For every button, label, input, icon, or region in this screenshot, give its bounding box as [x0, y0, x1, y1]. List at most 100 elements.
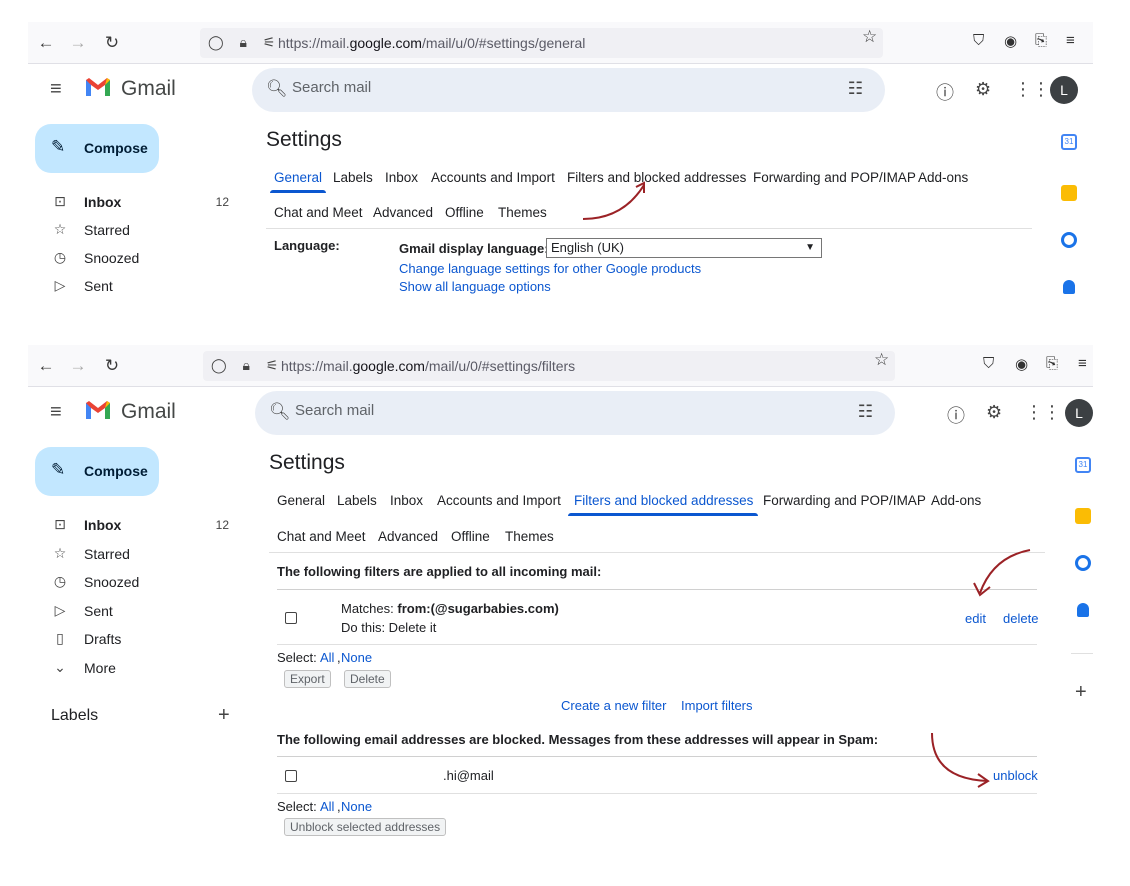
tab-general[interactable]: General — [274, 170, 322, 185]
blocked-checkbox[interactable] — [285, 770, 297, 782]
unblock-selected-button[interactable]: Unblock selected addresses — [284, 818, 447, 836]
filter-checkbox[interactable] — [285, 612, 297, 624]
tab-offline[interactable]: Offline — [445, 205, 484, 220]
back-icon[interactable]: ← — [34, 354, 58, 378]
compose-button[interactable]: ✎ Compose — [35, 124, 159, 173]
contacts-icon[interactable] — [1077, 603, 1089, 617]
compose-button[interactable]: ✎ Compose — [35, 447, 159, 496]
tab-offline[interactable]: Offline — [451, 529, 490, 544]
blocked-heading: The following email addresses are blocke… — [277, 732, 879, 747]
delete-button[interactable]: Delete — [344, 670, 391, 688]
calendar-icon[interactable]: 31 — [1075, 457, 1091, 473]
search-bar[interactable]: 🔍︎ ☷ — [252, 68, 885, 112]
nav-item-starred[interactable]: ☆ Starred — [28, 540, 243, 568]
tab-inbox[interactable]: Inbox — [385, 170, 418, 185]
pocket-icon[interactable]: ⛉ — [973, 32, 984, 49]
contacts-icon[interactable] — [1063, 280, 1075, 294]
extensions-icon[interactable]: ⎘ — [1046, 355, 1058, 372]
select-none-filters-link[interactable]: None — [341, 650, 372, 665]
change-language-link[interactable]: Change language settings for other Googl… — [399, 261, 701, 276]
nav-item-sent[interactable]: ▷ Sent — [28, 272, 243, 298]
show-all-languages-link[interactable]: Show all language options — [399, 279, 551, 294]
tab-addons[interactable]: Add-ons — [918, 170, 968, 185]
tab-labels[interactable]: Labels — [333, 170, 373, 185]
search-options-icon[interactable]: ☷ — [848, 79, 863, 99]
import-filters-link[interactable]: Import filters — [681, 698, 753, 713]
settings-gear-icon[interactable]: ⚙ — [986, 402, 1002, 423]
menu-icon[interactable]: ≡ — [1066, 32, 1075, 49]
main-menu-icon[interactable]: ≡ — [50, 401, 62, 424]
tab-forwarding[interactable]: Forwarding and POP/IMAP — [763, 493, 926, 508]
calendar-icon[interactable]: 31 — [1061, 134, 1077, 150]
tab-general[interactable]: General — [277, 493, 325, 508]
account-icon[interactable]: ◉ — [1004, 32, 1017, 50]
pocket-icon[interactable]: ⛉ — [983, 355, 994, 372]
screenshot-general-settings: ← → ↻ ◯ 🔒︎ ⚟ https://mail.google.com/mai… — [28, 22, 1093, 298]
select-all-filters-link[interactable]: All — [320, 650, 334, 665]
delete-filter-link[interactable]: delete — [1003, 611, 1038, 626]
account-icon[interactable]: ◉ — [1015, 355, 1028, 373]
tab-labels[interactable]: Labels — [337, 493, 377, 508]
keep-icon[interactable] — [1061, 185, 1077, 201]
nav-item-snoozed[interactable]: ◷ Snoozed — [28, 244, 243, 272]
unblock-link[interactable]: unblock — [993, 768, 1038, 783]
tab-accounts-import[interactable]: Accounts and Import — [431, 170, 555, 185]
nav-item-more[interactable]: ⌄ More — [28, 654, 243, 682]
search-options-icon[interactable]: ☷ — [858, 402, 873, 422]
apps-grid-icon[interactable]: ⋮⋮ — [1025, 402, 1061, 423]
avatar[interactable]: L — [1050, 76, 1078, 104]
help-icon[interactable]: ⓘ — [947, 402, 965, 428]
tab-themes[interactable]: Themes — [505, 529, 554, 544]
menu-icon[interactable]: ≡ — [1078, 355, 1087, 372]
bookmark-star-icon[interactable]: ☆ — [874, 350, 889, 370]
nav-item-inbox[interactable]: ⊡ Inbox 12 — [28, 511, 243, 539]
nav-item-snoozed[interactable]: ◷ Snoozed — [28, 568, 243, 596]
tab-filters[interactable]: Filters and blocked addresses — [567, 170, 746, 185]
search-bar[interactable]: 🔍︎ ☷ — [255, 391, 895, 435]
get-addons-plus-icon[interactable]: + — [1075, 681, 1087, 704]
tab-themes[interactable]: Themes — [498, 205, 547, 220]
nav-item-inbox[interactable]: ⊡ Inbox 12 — [28, 188, 243, 216]
extensions-icon[interactable]: ⎘ — [1035, 32, 1047, 49]
url-bar[interactable]: ◯ 🔒︎ ⚟ https://mail.google.com/mail/u/0/… — [200, 28, 883, 58]
tab-accounts-import[interactable]: Accounts and Import — [437, 493, 561, 508]
tab-forwarding[interactable]: Forwarding and POP/IMAP — [753, 170, 916, 185]
bookmark-star-icon[interactable]: ☆ — [862, 27, 877, 47]
main-menu-icon[interactable]: ≡ — [50, 78, 62, 101]
tab-inbox[interactable]: Inbox — [390, 493, 423, 508]
tab-filters[interactable]: Filters and blocked addresses — [574, 493, 753, 508]
forward-icon[interactable]: → — [66, 354, 90, 378]
language-select[interactable]: English (UK) ▼ — [546, 238, 822, 258]
nav-item-drafts[interactable]: ▯ Drafts — [28, 625, 243, 653]
search-icon[interactable]: 🔍︎ — [266, 79, 288, 99]
keep-icon[interactable] — [1075, 508, 1091, 524]
apps-grid-icon[interactable]: ⋮⋮ — [1014, 79, 1050, 100]
url-bar[interactable]: ◯ 🔒︎ ⚟ https://mail.google.com/mail/u/0/… — [203, 351, 895, 381]
export-button[interactable]: Export — [284, 670, 331, 688]
reload-icon[interactable]: ↻ — [100, 354, 124, 378]
forward-icon[interactable]: → — [66, 31, 90, 55]
divider — [266, 228, 1032, 229]
nav-item-starred[interactable]: ☆ Starred — [28, 216, 243, 244]
create-filter-link[interactable]: Create a new filter — [561, 698, 667, 713]
tasks-icon[interactable] — [1061, 232, 1077, 248]
reload-icon[interactable]: ↻ — [100, 31, 124, 55]
back-icon[interactable]: ← — [34, 31, 58, 55]
tasks-icon[interactable] — [1075, 555, 1091, 571]
select-all-blocked-link[interactable]: All — [320, 799, 334, 814]
tab-advanced[interactable]: Advanced — [373, 205, 433, 220]
search-input[interactable] — [292, 79, 592, 96]
tab-chat-meet[interactable]: Chat and Meet — [274, 205, 363, 220]
search-icon[interactable]: 🔍︎ — [269, 402, 291, 422]
search-input[interactable] — [295, 402, 595, 419]
tab-chat-meet[interactable]: Chat and Meet — [277, 529, 366, 544]
add-label-icon[interactable]: + — [218, 704, 230, 727]
edit-filter-link[interactable]: edit — [965, 611, 986, 626]
select-none-blocked-link[interactable]: None — [341, 799, 372, 814]
settings-gear-icon[interactable]: ⚙ — [975, 79, 991, 100]
avatar[interactable]: L — [1065, 399, 1093, 427]
nav-item-sent[interactable]: ▷ Sent — [28, 597, 243, 625]
help-icon[interactable]: ⓘ — [936, 79, 954, 105]
tab-addons[interactable]: Add-ons — [931, 493, 981, 508]
tab-advanced[interactable]: Advanced — [378, 529, 438, 544]
